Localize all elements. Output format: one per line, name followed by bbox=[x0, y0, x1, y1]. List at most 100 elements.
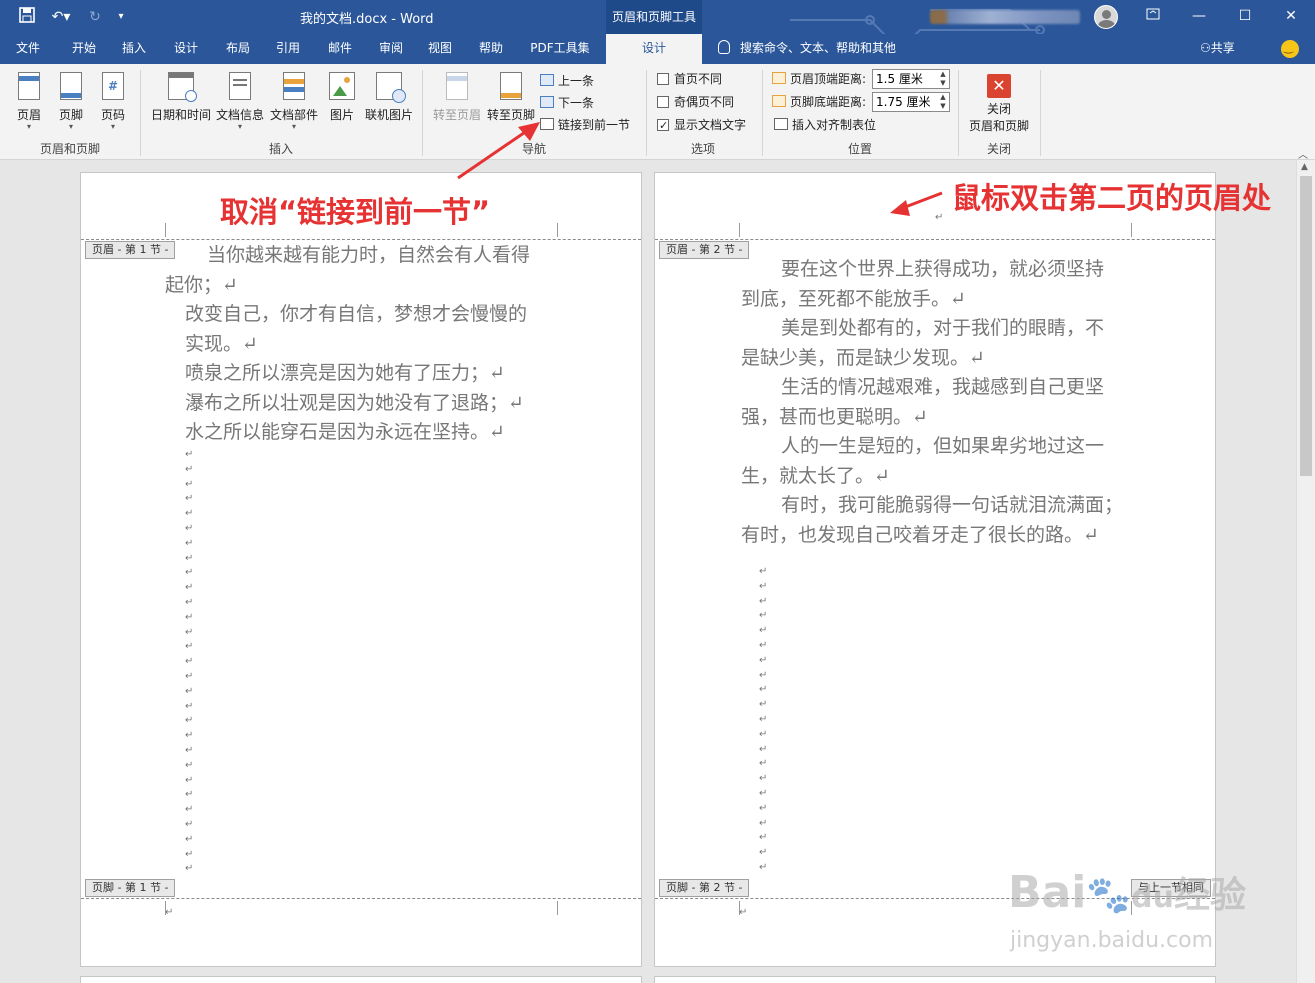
header-top-distance-input[interactable]: 1.5 厘米 ▲ ▼ bbox=[872, 69, 950, 89]
empty-paragraph-marks: ↵ ↵ ↵ ↵ ↵ ↵ ↵ ↵ ↵ ↵ ↵ ↵ ↵ ↵ ↵ ↵ ↵ ↵ ↵ ↵ ↵ bbox=[759, 565, 767, 876]
collapse-ribbon-icon[interactable]: ︿ bbox=[1298, 146, 1308, 161]
spinner-arrows-icon[interactable]: ▲ ▼ bbox=[937, 70, 949, 88]
document-info-button[interactable]: 文档信息 ▾ bbox=[214, 70, 266, 131]
empty-paragraph-mark: ↵ bbox=[759, 758, 768, 770]
scroll-up-icon[interactable]: ▲ bbox=[1301, 162, 1308, 172]
crop-mark bbox=[739, 223, 740, 237]
scroll-thumb[interactable] bbox=[1300, 176, 1312, 476]
empty-paragraph-mark: ↵ bbox=[759, 817, 768, 829]
save-icon[interactable] bbox=[14, 7, 40, 27]
empty-paragraph-mark: ↵ bbox=[185, 656, 194, 668]
empty-paragraph-mark: ↵ bbox=[185, 626, 194, 638]
tab-mailings[interactable]: 邮件 bbox=[316, 34, 364, 64]
paragraph-line: 美是到处都有的，对于我们的眼睛，不 bbox=[781, 317, 1105, 339]
empty-paragraph-mark: ↵ bbox=[185, 493, 194, 505]
pictures-button[interactable]: 图片 bbox=[324, 70, 360, 123]
tab-references[interactable]: 引用 bbox=[264, 34, 312, 64]
maximize-button[interactable]: ☐ bbox=[1222, 0, 1268, 34]
goto-footer-button[interactable]: 转至页脚 bbox=[484, 70, 538, 123]
online-pictures-button[interactable]: 联机图片 bbox=[362, 70, 416, 123]
footer-bottom-distance-input[interactable]: 1.75 厘米 ▲ ▼ bbox=[872, 92, 950, 112]
customize-qat-icon[interactable]: ▾ bbox=[112, 7, 130, 27]
undo-icon[interactable]: ↶▾ bbox=[46, 7, 76, 27]
empty-paragraph-mark: ↵ bbox=[759, 787, 768, 799]
footer-button[interactable]: 页脚 ▾ bbox=[52, 70, 90, 131]
chevron-down-icon: ▾ bbox=[291, 122, 296, 131]
different-first-page-checkbox[interactable]: 首页不同 bbox=[657, 70, 722, 88]
ribbon-display-icon[interactable] bbox=[1130, 0, 1176, 34]
page2-body-text[interactable]: 要在这个世界上获得成功，就必须坚持 到底，至死都不能放手。↵ 美是到处都有的，对… bbox=[741, 255, 1123, 550]
link-icon bbox=[540, 118, 554, 130]
page-number-button[interactable]: # 页码 ▾ bbox=[94, 70, 132, 131]
group-label-position: 位置 bbox=[847, 142, 872, 156]
tab-insert[interactable]: 插入 bbox=[112, 34, 156, 64]
tab-design[interactable]: 设计 bbox=[162, 34, 210, 64]
empty-paragraph-mark: ↵ bbox=[759, 625, 768, 637]
search-box[interactable]: 搜索命令、文本、帮助和其他 bbox=[718, 34, 896, 64]
group-divider bbox=[762, 70, 763, 156]
date-time-button[interactable]: 日期和时间 bbox=[150, 70, 212, 123]
link-to-previous-button[interactable]: 链接到前一节 bbox=[540, 116, 630, 134]
page1-body-text[interactable]: 当你越来越有能力时，自然会有人看得 起你；↵ 改变自己，你才有自信，梦想才会慢慢… bbox=[165, 241, 530, 448]
goto-header-label: 转至页眉 bbox=[432, 108, 481, 122]
header-boundary bbox=[81, 239, 641, 240]
link-to-previous-label: 链接到前一节 bbox=[558, 118, 631, 132]
goto-footer-icon bbox=[500, 72, 522, 100]
header-distance-icon bbox=[772, 72, 786, 84]
goto-header-button[interactable]: 转至页眉 bbox=[430, 70, 484, 123]
page-3-top bbox=[80, 976, 642, 983]
paragraph-line: 生，就太长了。↵ bbox=[741, 464, 890, 487]
account-name[interactable] bbox=[930, 10, 1080, 24]
minimize-button[interactable]: — bbox=[1176, 0, 1222, 34]
avatar[interactable] bbox=[1094, 5, 1118, 29]
tab-home[interactable]: 开始 bbox=[58, 34, 110, 64]
empty-paragraph-mark: ↵ bbox=[759, 669, 768, 681]
previous-section-button[interactable]: 上一条 bbox=[540, 72, 594, 90]
tab-pdf-tools[interactable]: PDF工具集 bbox=[522, 34, 598, 64]
goto-header-icon bbox=[446, 72, 468, 100]
quick-parts-button[interactable]: 文档部件 ▾ bbox=[268, 70, 320, 131]
header-label: 页眉 bbox=[16, 108, 41, 122]
spinner-arrows-icon[interactable]: ▲ ▼ bbox=[937, 93, 949, 111]
page-2[interactable]: ↵ 页眉 - 第 2 节 - 要在这个世界上获得成功，就必须坚持 到底，至死都不… bbox=[654, 172, 1216, 967]
empty-paragraph-marks: ↵ ↵ ↵ ↵ ↵ ↵ ↵ ↵ ↵ ↵ ↵ ↵ ↵ ↵ ↵ ↵ ↵ ↵ ↵ ↵ ↵ ↵ ↵ ↵ ↵ ↵ ↵ ↵ ↵ bbox=[185, 448, 193, 877]
header-icon bbox=[18, 72, 40, 100]
feedback-smiley-icon[interactable] bbox=[1281, 40, 1299, 58]
empty-paragraph-mark: ↵ bbox=[185, 759, 194, 771]
tab-help[interactable]: 帮助 bbox=[466, 34, 516, 64]
empty-paragraph-mark: ↵ bbox=[185, 611, 194, 623]
vertical-scrollbar[interactable]: ▲ bbox=[1296, 160, 1315, 983]
header-button[interactable]: 页眉 ▾ bbox=[10, 70, 48, 131]
empty-paragraph-mark: ↵ bbox=[185, 508, 194, 520]
group-divider bbox=[958, 70, 959, 156]
close-header-footer-button[interactable]: ✕ 关闭 页眉和页脚 bbox=[964, 70, 1034, 134]
footer-label: 页脚 bbox=[58, 108, 83, 122]
footer-section-tag: 页脚 - 第 1 节 - bbox=[85, 879, 176, 897]
tab-review[interactable]: 审阅 bbox=[368, 34, 414, 64]
show-document-text-checkbox[interactable]: 显示文档文字 bbox=[657, 116, 746, 135]
paragraph-line: 起你；↵ bbox=[165, 273, 238, 296]
pictures-label: 图片 bbox=[329, 108, 354, 122]
close-window-button[interactable]: ✕ bbox=[1268, 0, 1314, 34]
tab-view[interactable]: 视图 bbox=[416, 34, 464, 64]
tab-file[interactable]: 文件 bbox=[4, 34, 52, 64]
crop-mark bbox=[165, 223, 166, 237]
crop-mark bbox=[1131, 223, 1132, 237]
redo-icon[interactable]: ↻ bbox=[84, 7, 106, 27]
page-1[interactable]: 页眉 - 第 1 节 - 当你越来越有能力时，自然会有人看得 起你；↵ 改变自己… bbox=[80, 172, 642, 967]
paragraph-line: 有时，也发现自己咬着牙走了很长的路。↵ bbox=[741, 523, 1099, 546]
different-odd-even-checkbox[interactable]: 奇偶页不同 bbox=[657, 93, 734, 111]
empty-paragraph-mark: ↵ bbox=[185, 774, 194, 786]
insert-alignment-tab-button[interactable]: 插入对齐制表位 bbox=[774, 116, 876, 134]
previous-icon bbox=[540, 74, 554, 86]
checkbox-icon bbox=[657, 96, 669, 108]
empty-paragraph-mark: ↵ bbox=[185, 685, 194, 697]
tab-header-footer-design[interactable]: 设计 bbox=[606, 34, 702, 64]
empty-paragraph-mark: ↵ bbox=[185, 730, 194, 742]
different-odd-even-label: 奇偶页不同 bbox=[674, 95, 735, 109]
tab-layout[interactable]: 布局 bbox=[214, 34, 262, 64]
next-section-button[interactable]: 下一条 bbox=[540, 94, 594, 112]
footer-section-tag: 页脚 - 第 2 节 - bbox=[659, 879, 750, 897]
share-button[interactable]: ⚇共享 bbox=[1200, 34, 1235, 64]
crop-mark bbox=[557, 901, 558, 915]
